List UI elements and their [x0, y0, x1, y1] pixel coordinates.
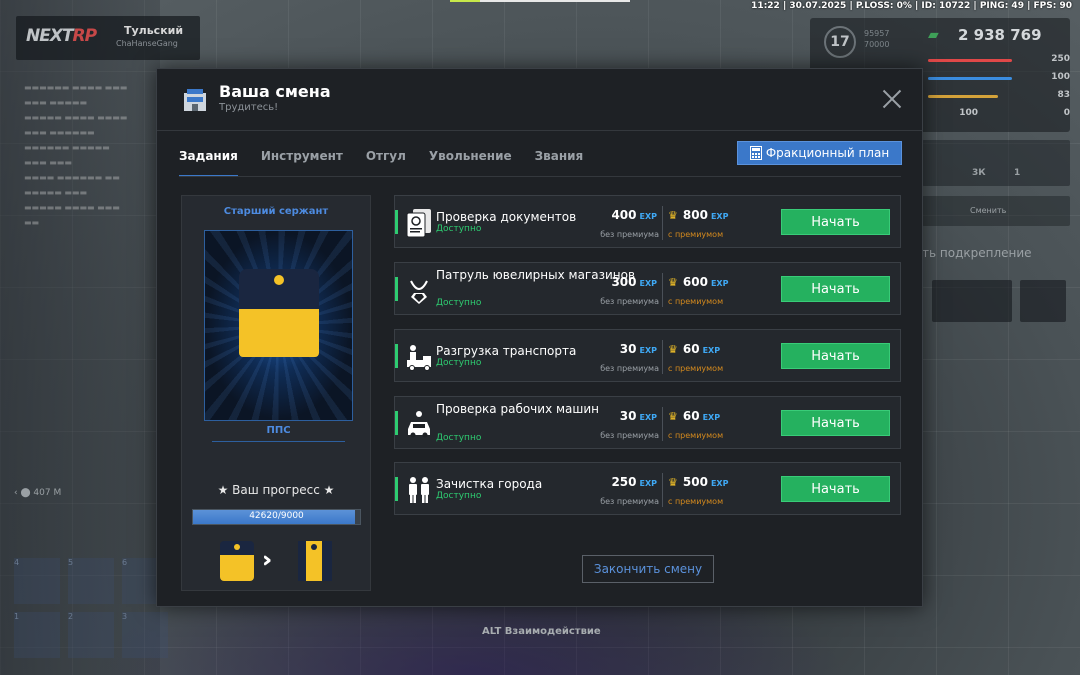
start-button[interactable]: Начать: [781, 276, 890, 302]
double-chevron-icon: ››: [262, 548, 273, 573]
money-amount: 2 938 769: [958, 26, 1042, 44]
rank-card: [204, 230, 353, 421]
money-icon: ▰: [928, 27, 939, 43]
task-name: Разгрузка транспорта: [436, 344, 577, 358]
base-label: без премиума: [600, 230, 659, 239]
chat-background: ▬▬▬▬▬▬ ▬▬▬▬ ▬▬▬ ▬▬▬ ▬▬▬▬▬ ▬▬▬▬▬ ▬▬▬▬ ▬▬▬▬ ▬…: [24, 83, 128, 227]
modal-title: Ваша смена: [219, 82, 331, 101]
task-row: Патруль ювелирных магазинов Доступно 300…: [394, 262, 901, 315]
exp-premium: ♛ 500 EXP: [668, 475, 729, 489]
modal-subtitle: Трудитесь!: [219, 102, 279, 113]
level-badge: 17: [824, 26, 856, 58]
task-status: Доступно: [436, 298, 482, 308]
car-icon: [408, 411, 430, 438]
start-button[interactable]: Начать: [781, 476, 890, 502]
calendar-box[interactable]: [932, 280, 1012, 322]
cash-panel: 3К 1: [922, 140, 1070, 186]
task-status: Доступно: [436, 358, 482, 368]
rank-faction: ППС: [266, 425, 291, 436]
base-label: без премиума: [600, 497, 659, 506]
crown-icon: ♛: [668, 410, 678, 423]
jewelry-icon: [410, 280, 428, 304]
next-rank-icon: [298, 541, 332, 581]
rank-progress-bar: 42620/9000: [192, 509, 361, 525]
premium-label: с премиумом: [668, 431, 724, 440]
interaction-hint: ALT Взаимодействие: [482, 626, 601, 637]
base-label: без премиума: [600, 364, 659, 373]
inventory-slot[interactable]: 4: [14, 558, 60, 604]
start-button[interactable]: Начать: [781, 410, 890, 436]
police-station-icon: [184, 89, 206, 111]
documents-icon: [406, 209, 431, 238]
rank-panel: Старший сержант ППС ★ Ваш прогресс ★ 426…: [181, 195, 371, 591]
end-shift-button[interactable]: Закончить смену: [582, 555, 714, 583]
server-sub: ChaHanseGang: [116, 39, 178, 48]
crown-icon: ♛: [668, 476, 678, 489]
crown-icon: ♛: [668, 276, 678, 289]
task-name: Проверка рабочих машин: [436, 402, 600, 416]
tab-day-off[interactable]: Отгул: [366, 143, 406, 177]
exp-premium: ♛ 800 EXP: [668, 208, 729, 222]
crown-icon: ♛: [668, 343, 678, 356]
progress-text: 42620/9000: [249, 511, 304, 521]
truck-icon: [407, 345, 431, 371]
base-label: без премиума: [600, 297, 659, 306]
top-indicator-bar: [450, 0, 630, 2]
shoulder-strap-icon: [239, 269, 319, 357]
status-line: 11:22 | 30.07.2025 | P.LOSS: 0% | ID: 10…: [751, 1, 1072, 11]
close-button[interactable]: [882, 89, 902, 109]
crown-icon: ♛: [668, 209, 678, 222]
logo: NEXTRP: [26, 26, 97, 46]
tab-ranks[interactable]: Звания: [535, 143, 584, 177]
inventory-slot[interactable]: 2: [68, 612, 114, 658]
server-name: Тульский: [124, 24, 184, 37]
task-status: Доступно: [436, 433, 482, 443]
task-name: Зачистка города: [436, 477, 543, 491]
exp-base: 30 EXP: [619, 409, 657, 423]
current-rank-icon: [220, 541, 254, 581]
notification-box[interactable]: [1020, 280, 1066, 322]
inventory-slot[interactable]: 3: [122, 612, 168, 658]
premium-label: с премиумом: [668, 364, 724, 373]
exp-base: 250 EXP: [611, 475, 657, 489]
faction-plan-button[interactable]: Фракционный план: [737, 141, 902, 165]
task-row: Проверка рабочих машин Доступно 30 EXP бе…: [394, 396, 901, 449]
task-name: Проверка документов: [436, 210, 577, 224]
exp-base: 300 EXP: [611, 275, 657, 289]
tabs-divider: [179, 176, 901, 177]
tab-tasks[interactable]: Задания: [179, 143, 238, 177]
premium-label: с премиумом: [668, 297, 724, 306]
start-button[interactable]: Начать: [781, 209, 890, 235]
calculator-icon: [749, 146, 762, 160]
people-icon: [409, 477, 429, 503]
tab-dismissal[interactable]: Увольнение: [429, 143, 512, 177]
premium-label: с премиумом: [668, 230, 724, 239]
xp-counter: 95957 70000: [864, 29, 890, 49]
start-button[interactable]: Начать: [781, 343, 890, 369]
exp-premium: ♛ 600 EXP: [668, 275, 729, 289]
navigation-distance: ‹ ⬤ 407 М: [14, 488, 62, 498]
exp-base: 30 EXP: [619, 342, 657, 356]
server-logo-box: NEXTRP Тульский ChaHanseGang: [16, 16, 200, 60]
exp-base: 400 EXP: [611, 208, 657, 222]
change-panel: Сменить: [922, 196, 1070, 226]
shift-modal: Ваша смена Трудитесь! Задания Инструмент…: [156, 68, 923, 607]
premium-label: с премиумом: [668, 497, 724, 506]
exp-premium: ♛ 60 EXP: [668, 409, 721, 423]
reinforce-label: ть подкрепление: [922, 246, 1032, 260]
tab-bar: Задания Инструмент Отгул Увольнение Зван…: [179, 143, 606, 177]
exp-premium: ♛ 60 EXP: [668, 342, 721, 356]
inventory-slot[interactable]: 1: [14, 612, 60, 658]
modal-header: Ваша смена Трудитесь!: [157, 69, 922, 131]
task-row: Зачистка города Доступно 250 EXP без прем…: [394, 462, 901, 515]
inventory-slot[interactable]: 5: [68, 558, 114, 604]
base-label: без премиума: [600, 431, 659, 440]
task-status: Доступно: [436, 224, 482, 234]
progress-title: ★ Ваш прогресс ★: [217, 483, 335, 497]
task-row: Проверка документов Доступно 400 EXP без …: [394, 195, 901, 248]
tab-tool[interactable]: Инструмент: [261, 143, 343, 177]
task-status: Доступно: [436, 491, 482, 501]
task-row: Разгрузка транспорта Доступно 30 EXP без …: [394, 329, 901, 382]
rank-name: Старший сержант: [223, 206, 329, 217]
